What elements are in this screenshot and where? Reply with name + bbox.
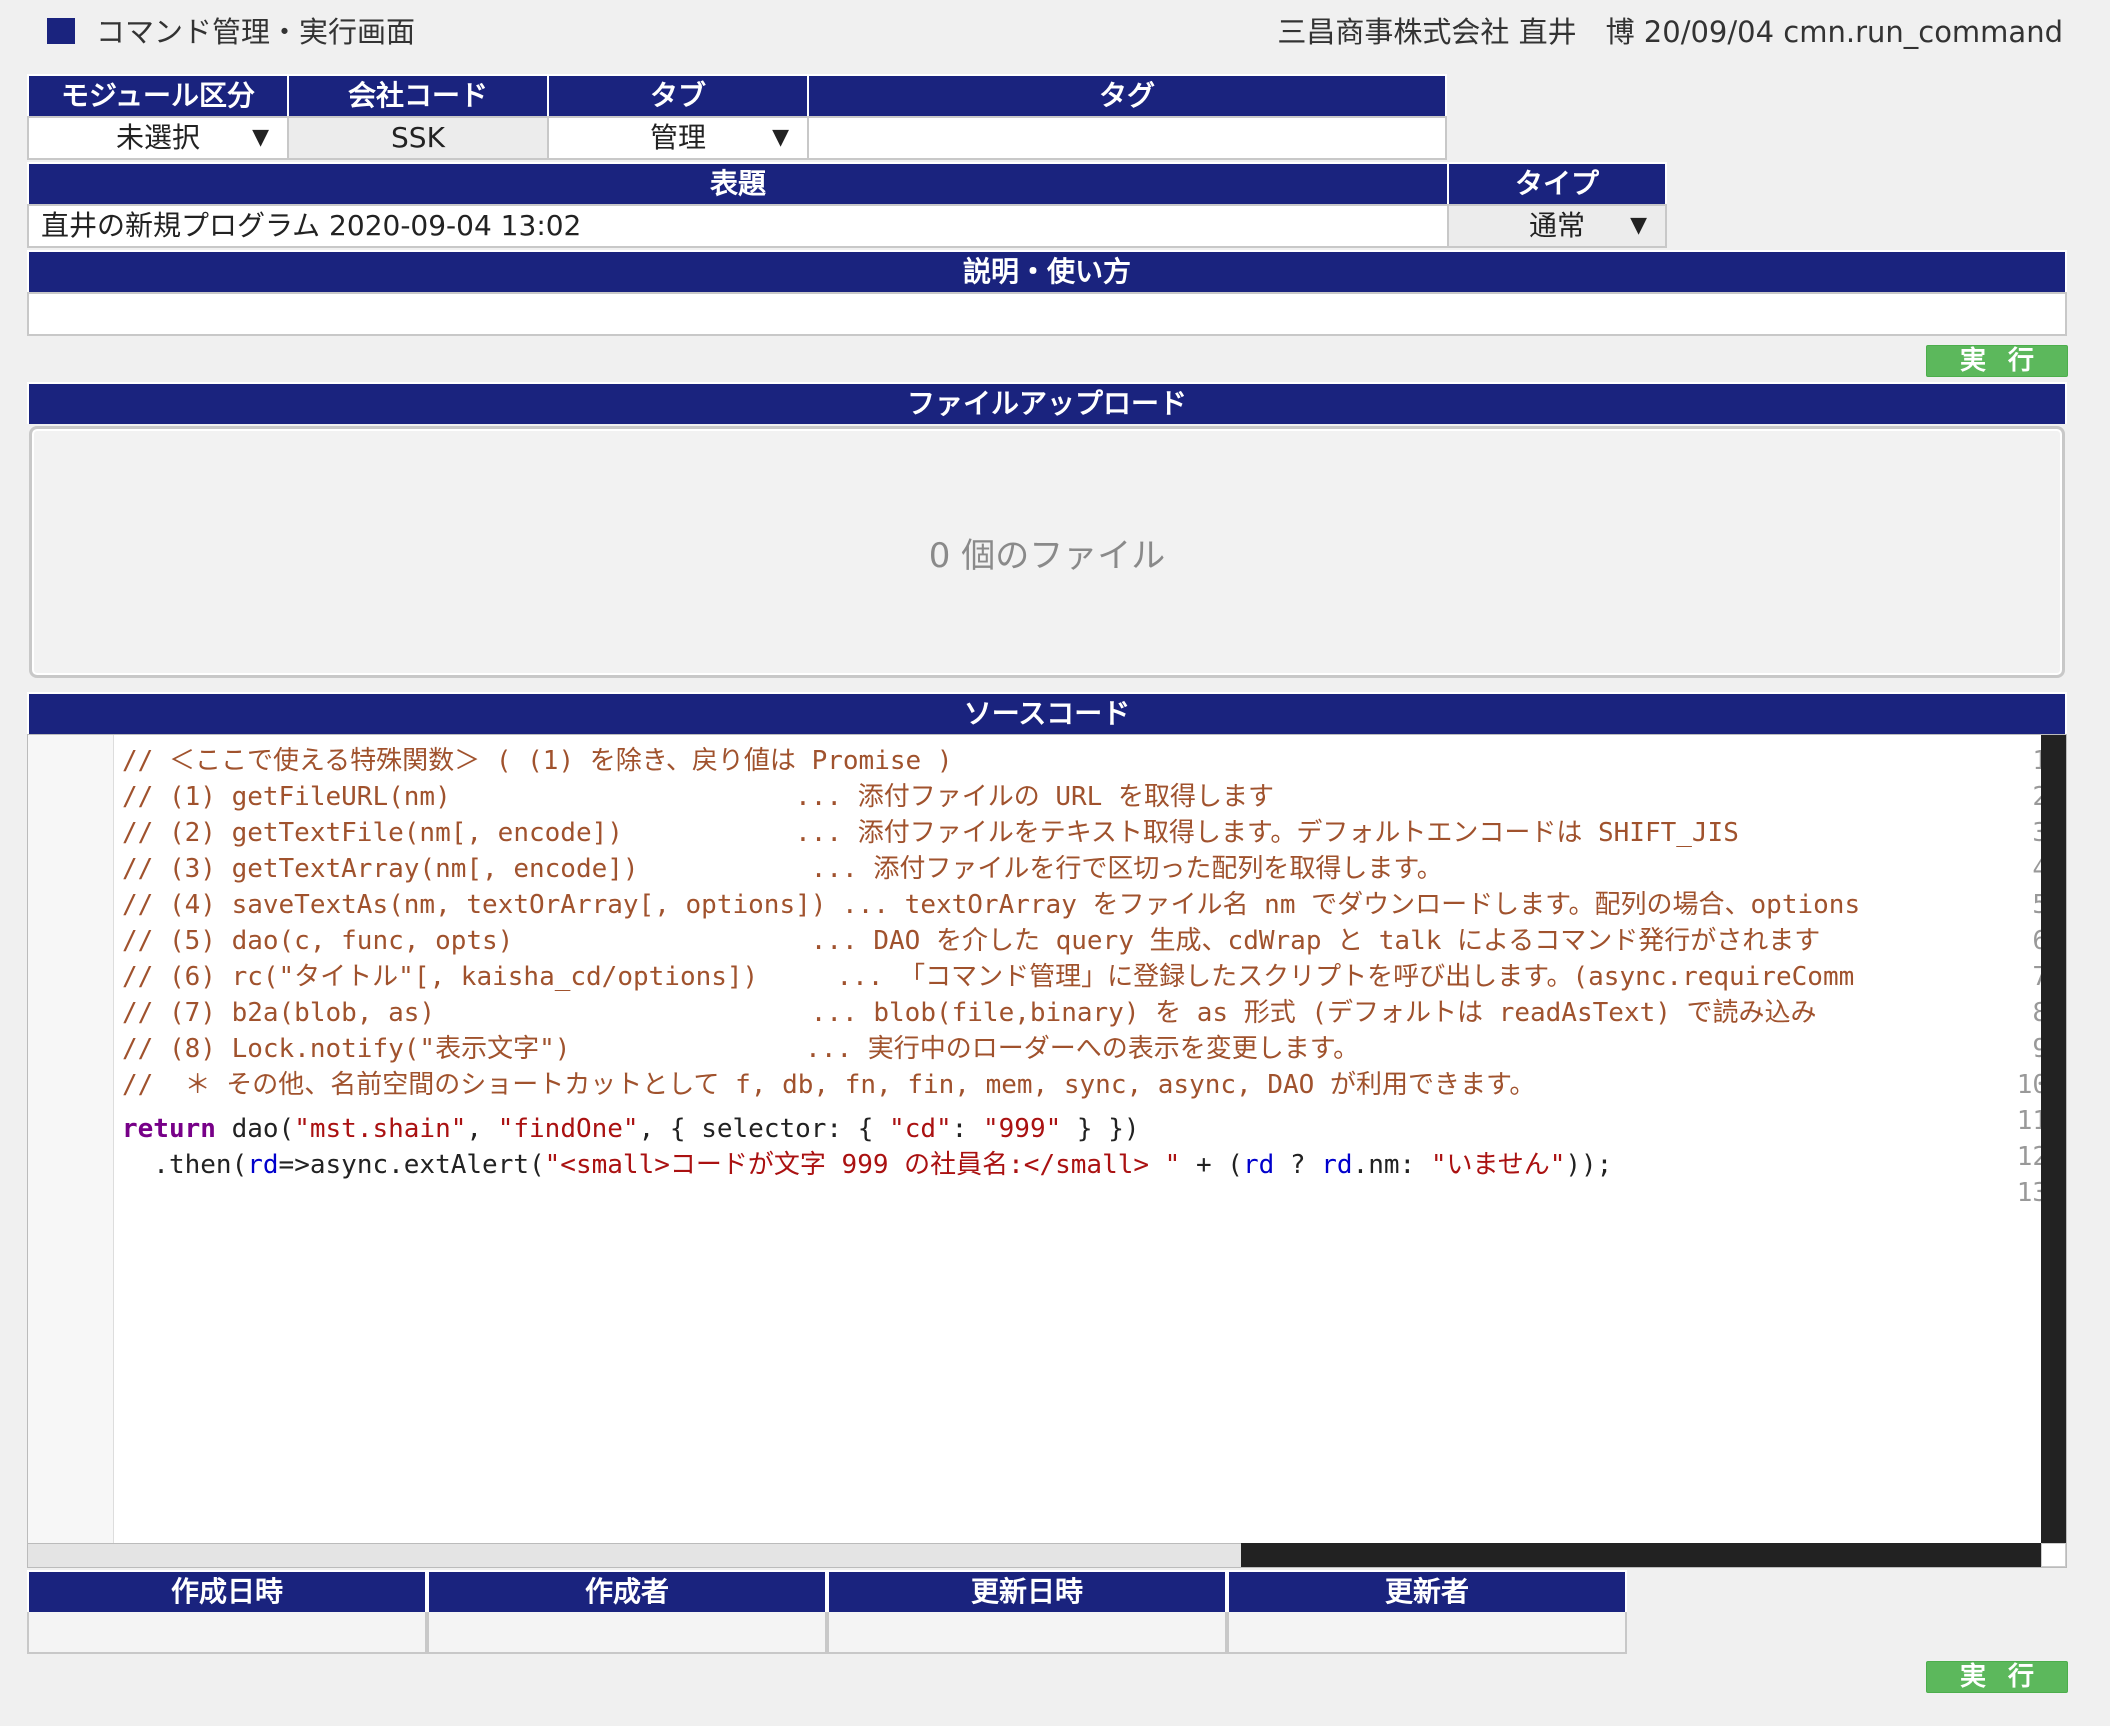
description-label: 説明・使い方 [27, 250, 2067, 292]
line-number: 8 [1988, 995, 2048, 1031]
tab-label: タブ [547, 74, 809, 116]
page-title: コマンド管理・実行画面 [96, 15, 416, 49]
line-number: 11 [2016, 1106, 2048, 1136]
code-comment-line: // (7) b2a(blob, as) ... blob(file,binar… [122, 998, 1817, 1028]
vertical-scrollbar[interactable] [2041, 735, 2066, 1543]
code-comment-line: // (1) getFileURL(nm) ... 添付ファイルの URL を取… [122, 782, 1274, 812]
dropdown-arrow-icon: ▼ [772, 125, 789, 150]
code-comment-line: // (3) getTextArray(nm[, encode]) ... 添付… [122, 854, 1443, 884]
title-square-icon [47, 18, 75, 44]
tag-input[interactable] [807, 116, 1447, 160]
type-label: タイプ [1447, 162, 1667, 204]
line-number: 3 [1988, 815, 2048, 851]
code-line-12: .then(rd=>async.extAlert("<small>コードが文字 … [122, 1150, 1613, 1180]
code-comment-line: // (8) Lock.notify("表示文字") ... 実行中のローダーへ… [122, 1034, 1360, 1064]
line-number: 1 [1988, 743, 2048, 779]
file-count: 0 個のファイル [928, 535, 1166, 576]
company-code-value: SSK [287, 116, 549, 160]
line-number: 6 [1988, 923, 2048, 959]
module-select[interactable]: 未選択 ▼ [27, 116, 289, 160]
module-select-value: 未選択 [115, 121, 200, 154]
code-comment-line: // (2) getTextFile(nm[, encode]) ... 添付フ… [122, 818, 1739, 848]
created-by-value [427, 1612, 827, 1654]
line-number: 10 [2016, 1070, 2048, 1100]
subject-label: 表題 [27, 162, 1449, 204]
line-number: 12 [2016, 1142, 2048, 1172]
file-upload-label: ファイルアップロード [27, 382, 2067, 424]
type-select[interactable]: 通常 ▼ [1447, 204, 1667, 248]
code-line-11: return dao("mst.shain", "findOne", { sel… [122, 1114, 1140, 1144]
code-comment-line: // ＊ その他、名前空間のショートカットとして f, db, fn, fin,… [122, 1070, 1536, 1100]
updated-at-label: 更新日時 [827, 1570, 1227, 1612]
company-code-label: 会社コード [287, 74, 549, 116]
source-code-label: ソースコード [27, 692, 2067, 734]
line-number: 5 [1988, 887, 2048, 923]
dropdown-arrow-icon: ▼ [252, 125, 269, 150]
user-info: 三昌商事株式会社 直井 博 20/09/04 cmn.run_command [1277, 15, 2063, 49]
run-button-top[interactable]: 実行 [1926, 345, 2068, 377]
created-by-label: 作成者 [427, 1570, 827, 1612]
tag-label: タグ [807, 74, 1447, 116]
subject-input[interactable]: 直井の新規プログラム 2020-09-04 13:02 [27, 204, 1449, 248]
horizontal-scrollbar-area [1241, 1543, 2041, 1567]
created-at-label: 作成日時 [27, 1570, 427, 1612]
tab-select[interactable]: 管理 ▼ [547, 116, 809, 160]
line-number: 4 [1988, 851, 2048, 887]
line-number: 13 [2016, 1178, 2048, 1208]
dropdown-arrow-icon: ▼ [1630, 213, 1647, 238]
code-comment-line: // (4) saveTextAs(nm, textOrArray[, opti… [122, 890, 1861, 920]
line-number-gutter [28, 735, 114, 1567]
code-comment-line: // (6) rc("タイトル"[, kaisha_cd/options]) .… [122, 962, 1855, 992]
line-number: 2 [1988, 779, 2048, 815]
updated-by-label: 更新者 [1227, 1570, 1627, 1612]
module-label: モジュール区分 [27, 74, 289, 116]
code-comment-line: // (5) dao(c, func, opts) ... DAO を介した q… [122, 926, 1821, 956]
type-select-value: 通常 [1528, 209, 1585, 242]
updated-by-value [1227, 1612, 1627, 1654]
run-button-bottom[interactable]: 実行 [1926, 1661, 2068, 1693]
created-at-value [27, 1612, 427, 1654]
description-input[interactable] [27, 292, 2067, 336]
tab-select-value: 管理 [649, 121, 706, 154]
file-dropzone[interactable]: 0 個のファイル [29, 426, 2065, 678]
line-number: 9 [1988, 1031, 2048, 1067]
code-editor[interactable]: 12345678910111213 // ＜ここで使える特殊関数＞ ( (1) … [27, 734, 2067, 1568]
scrollbar-corner [2041, 1543, 2066, 1567]
line-number: 7 [1988, 959, 2048, 995]
code-comment-line: // ＜ここで使える特殊関数＞ ( (1) を除き、戻り値は Promise ) [122, 746, 953, 776]
updated-at-value [827, 1612, 1227, 1654]
